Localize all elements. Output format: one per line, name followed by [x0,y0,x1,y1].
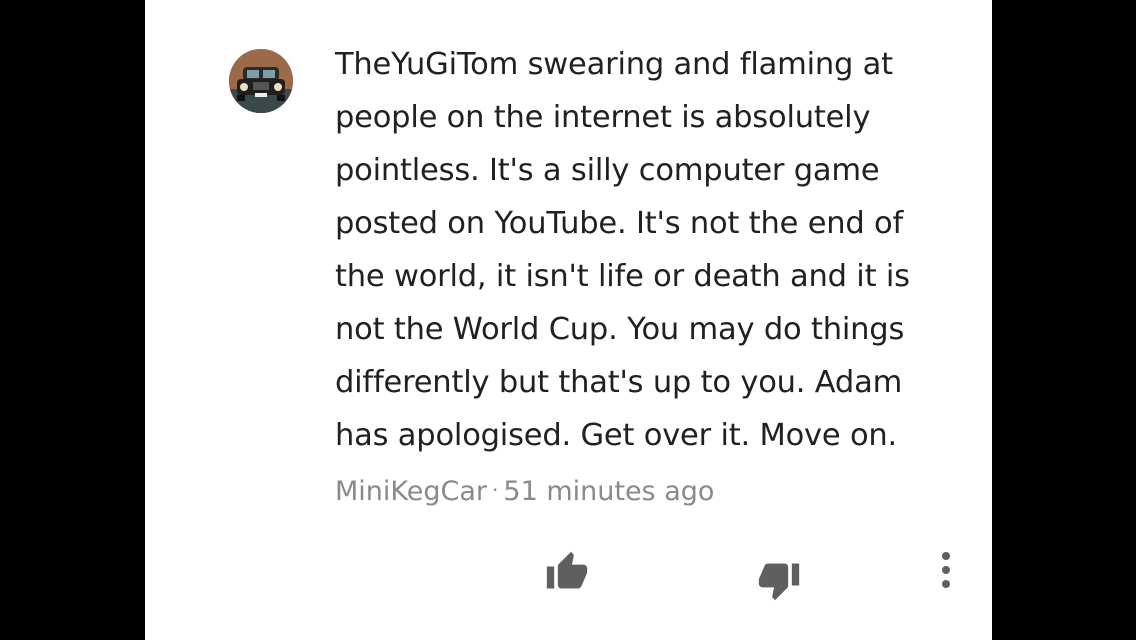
thumbs-down-icon [758,563,800,601]
more-vertical-icon [942,552,950,588]
comment-line: posted on YouTube. It's not the end of [335,206,904,241]
more-options-button[interactable] [933,548,959,592]
comment-line: the world, it isn't life or death and it… [335,259,910,294]
comment-line: differently but that's up to you. Adam [335,365,903,400]
comment-text: TheYuGiTom swearing and flaming at peopl… [335,38,935,462]
comment-meta: MiniKegCar · 51 minutes ago [335,472,714,510]
avatar[interactable] [229,49,293,113]
comment-line: has apologised. Get over it. Move on. [335,418,898,453]
comment-line: people on the internet is absolutely [335,100,871,135]
author-name[interactable]: MiniKegCar [335,476,487,507]
timestamp: 51 minutes ago [503,476,715,507]
like-button[interactable] [541,546,593,598]
thumbs-up-icon [546,551,588,589]
comment-line: not the World Cup. You may do things [335,312,905,347]
screen: TheYuGiTom swearing and flaming at peopl… [0,0,1136,640]
comment-panel: TheYuGiTom swearing and flaming at peopl… [145,0,992,640]
dislike-button[interactable] [753,554,805,606]
meta-separator: · [492,478,499,502]
comment-line: TheYuGiTom swearing and flaming at [335,47,893,82]
comment-line: pointless. It's a silly computer game [335,153,880,188]
car-photo-avatar-icon [229,49,293,113]
